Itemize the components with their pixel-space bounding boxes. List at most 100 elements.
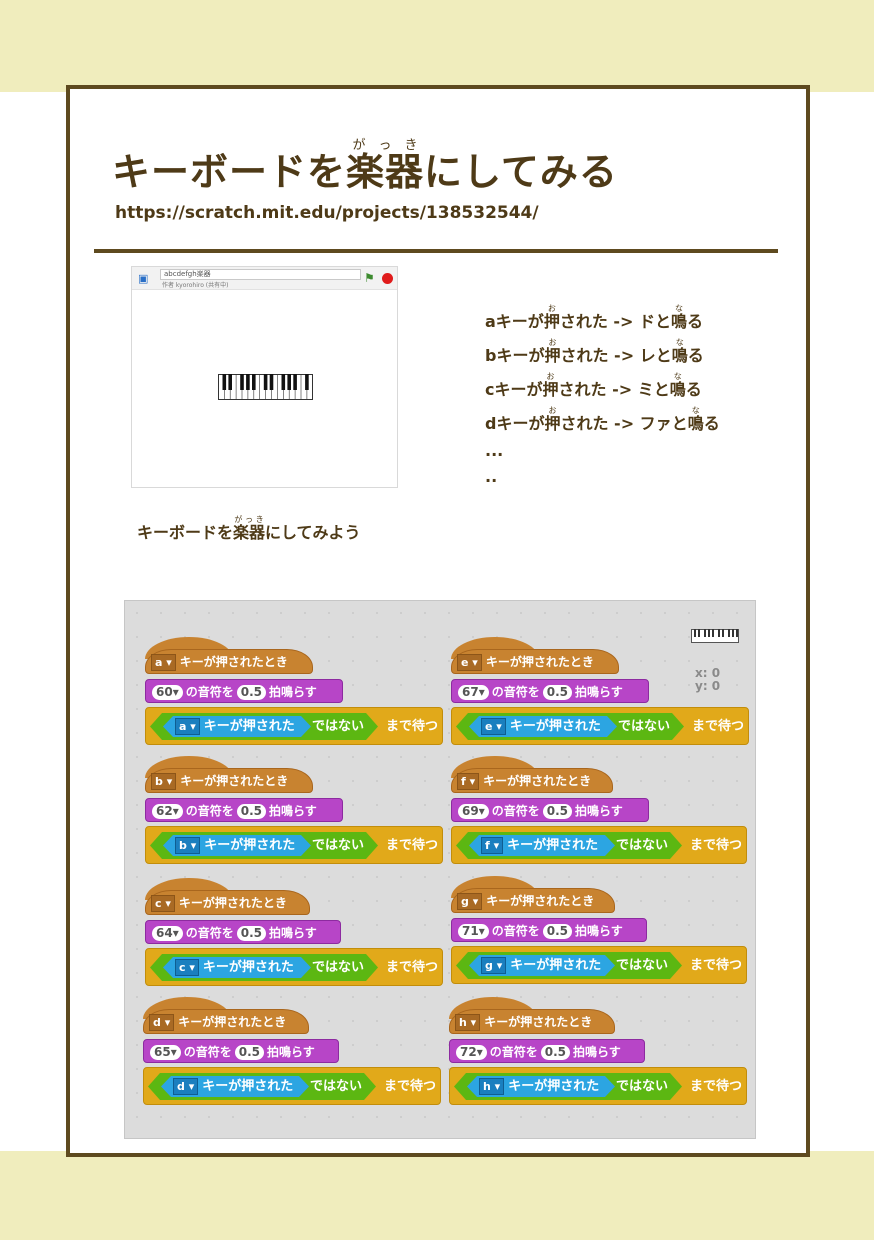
beats-input[interactable]: 0.5 [236, 685, 267, 700]
top-band [0, 0, 874, 92]
play-note-block[interactable]: 67▾ の音符を 0.5 拍鳴らす [451, 679, 649, 703]
stage-preview: ▣ abcdefgh楽器 作者 kyorohiro (共有中) ⚑ [131, 266, 398, 488]
key-dropdown[interactable]: d ▾ [173, 1078, 198, 1095]
project-url[interactable]: https://scratch.mit.edu/projects/1385325… [115, 203, 539, 223]
key-dropdown[interactable]: f ▾ [481, 837, 503, 854]
not-operator-block[interactable]: g ▾ キーが押された ではない [456, 952, 682, 979]
wait-until-block[interactable]: h ▾ キーが押された ではない まで待つ [449, 1067, 747, 1105]
note-line-a: aキーが押おされた -> ドと鳴なる [485, 304, 704, 331]
stop-icon[interactable] [382, 273, 393, 284]
note-input[interactable]: 64▾ [152, 926, 183, 941]
when-key-pressed-block[interactable]: f ▾ キーが押されたとき [451, 768, 613, 793]
script-key-a[interactable]: a ▾ キーが押されたとき 60▾ の音符を 0.5 拍鳴らす a ▾ キーが押された で… [145, 637, 445, 759]
when-key-pressed-block[interactable]: g ▾ キーが押されたとき [451, 888, 615, 913]
green-flag-icon[interactable]: ⚑ [364, 271, 375, 285]
beats-input[interactable]: 0.5 [542, 924, 573, 939]
key-pressed-block[interactable]: a ▾ キーが押された [163, 716, 311, 737]
beats-input[interactable]: 0.5 [234, 1045, 265, 1060]
key-dropdown[interactable]: b ▾ [151, 773, 177, 790]
not-operator-block[interactable]: h ▾ キーが押された ではない [454, 1073, 682, 1100]
key-dropdown[interactable]: h ▾ [455, 1014, 481, 1031]
note-line-b: bキーが押おされた -> レと鳴なる [485, 338, 704, 365]
when-key-pressed-block[interactable]: b ▾ キーが押されたとき [145, 768, 313, 793]
key-dropdown[interactable]: a ▾ [175, 718, 200, 735]
when-key-pressed-block[interactable]: c ▾ キーが押されたとき [145, 890, 310, 915]
note-input[interactable]: 69▾ [458, 804, 489, 819]
key-pressed-block[interactable]: h ▾ キーが押された [467, 1076, 615, 1097]
project-author: 作者 kyorohiro (共有中) [162, 282, 229, 289]
note-input[interactable]: 62▾ [152, 804, 183, 819]
script-key-e[interactable]: e ▾ キーが押されたとき 67▾ の音符を 0.5 拍鳴らす e ▾ キーが押された で… [451, 637, 751, 759]
beats-input[interactable]: 0.5 [542, 804, 573, 819]
play-note-block[interactable]: 60▾ の音符を 0.5 拍鳴らす [145, 679, 343, 703]
piano-sprite [218, 374, 313, 400]
beats-input[interactable]: 0.5 [236, 926, 267, 941]
key-pressed-block[interactable]: b ▾ キーが押された [163, 835, 311, 856]
key-dropdown[interactable]: e ▾ [457, 654, 482, 671]
script-key-f[interactable]: f ▾ キーが押されたとき 69▾ の音符を 0.5 拍鳴らす f ▾ キーが押された で… [451, 756, 751, 878]
ellipsis-1: ... [485, 441, 504, 460]
wait-until-block[interactable]: b ▾ キーが押された ではない まで待つ [145, 826, 443, 864]
note-input[interactable]: 67▾ [458, 685, 489, 700]
play-note-block[interactable]: 72▾ の音符を 0.5 拍鳴らす [449, 1039, 645, 1063]
not-operator-block[interactable]: a ▾ キーが押された ではない [150, 713, 378, 740]
note-input[interactable]: 71▾ [458, 924, 489, 939]
when-key-pressed-block[interactable]: h ▾ キーが押されたとき [449, 1009, 615, 1034]
note-input[interactable]: 72▾ [456, 1045, 487, 1060]
wait-until-block[interactable]: g ▾ キーが押された ではない まで待つ [451, 946, 747, 984]
script-key-d[interactable]: d ▾ キーが押されたとき 65▾ の音符を 0.5 拍鳴らす d ▾ キーが押された で… [143, 997, 443, 1119]
divider [94, 249, 778, 253]
play-note-block[interactable]: 69▾ の音符を 0.5 拍鳴らす [451, 798, 649, 822]
key-dropdown[interactable]: c ▾ [175, 959, 199, 976]
key-dropdown[interactable]: c ▾ [151, 895, 175, 912]
key-dropdown[interactable]: g ▾ [481, 957, 506, 974]
key-pressed-block[interactable]: g ▾ キーが押された [469, 955, 615, 976]
note-input[interactable]: 65▾ [150, 1045, 181, 1060]
key-dropdown[interactable]: f ▾ [457, 773, 480, 790]
key-pressed-block[interactable]: e ▾ キーが押された [469, 716, 617, 737]
key-dropdown[interactable]: h ▾ [479, 1078, 504, 1095]
beats-input[interactable]: 0.5 [540, 1045, 571, 1060]
wait-until-block[interactable]: c ▾ キーが押された ではない まで待つ [145, 948, 443, 986]
when-key-pressed-block[interactable]: a ▾ キーが押されたとき [145, 649, 313, 674]
play-note-block[interactable]: 71▾ の音符を 0.5 拍鳴らす [451, 918, 647, 942]
not-operator-block[interactable]: b ▾ キーが押された ではない [150, 832, 378, 859]
key-pressed-block[interactable]: f ▾ キーが押された [469, 835, 615, 856]
key-dropdown[interactable]: d ▾ [149, 1014, 175, 1031]
note-input[interactable]: 60▾ [152, 685, 183, 700]
key-dropdown[interactable]: e ▾ [481, 718, 506, 735]
stage-caption: キーボードを楽器がっきにしてみよう [137, 515, 361, 542]
beats-input[interactable]: 0.5 [236, 804, 267, 819]
script-key-g[interactable]: g ▾ キーが押されたとき 71▾ の音符を 0.5 拍鳴らす g ▾ キーが押された で… [451, 876, 751, 998]
key-dropdown[interactable]: g ▾ [457, 893, 483, 910]
when-key-pressed-block[interactable]: d ▾ キーが押されたとき [143, 1009, 309, 1034]
script-key-c[interactable]: c ▾ キーが押されたとき 64▾ の音符を 0.5 拍鳴らす c ▾ キーが押された で… [145, 878, 445, 1000]
script-key-b[interactable]: b ▾ キーが押されたとき 62▾ の音符を 0.5 拍鳴らす b ▾ キーが押された で… [145, 756, 445, 878]
beats-input[interactable]: 0.5 [542, 685, 573, 700]
not-operator-block[interactable]: d ▾ キーが押された ではない [148, 1073, 376, 1100]
wait-until-block[interactable]: f ▾ キーが押された ではない まで待つ [451, 826, 747, 864]
scripts-area[interactable]: x: 0 y: 0 a ▾ キーが押されたとき 60▾ の音符を 0.5 拍鳴らす a ▾… [124, 600, 756, 1139]
wait-until-block[interactable]: d ▾ キーが押された ではない まで待つ [143, 1067, 441, 1105]
project-name-field[interactable]: abcdefgh楽器 [160, 269, 361, 280]
play-note-block[interactable]: 64▾ の音符を 0.5 拍鳴らす [145, 920, 341, 944]
script-key-h[interactable]: h ▾ キーが押されたとき 72▾ の音符を 0.5 拍鳴らす h ▾ キーが押された で… [449, 997, 749, 1119]
key-note-list: aキーが押おされた -> ドと鳴なる bキーが押おされた -> レと鳴なる cキ… [485, 302, 720, 490]
key-dropdown[interactable]: b ▾ [175, 837, 200, 854]
not-operator-block[interactable]: c ▾ キーが押された ではない [150, 954, 378, 981]
wait-until-block[interactable]: e ▾ キーが押された ではない まで待つ [451, 707, 749, 745]
page-title: キーボードを楽器がっきにしてみる [112, 138, 618, 194]
play-note-block[interactable]: 65▾ の音符を 0.5 拍鳴らす [143, 1039, 339, 1063]
fullscreen-icon[interactable]: ▣ [138, 272, 148, 285]
not-operator-block[interactable]: e ▾ キーが押された ではない [456, 713, 684, 740]
note-line-d: dキーが押おされた -> ファと鳴なる [485, 406, 720, 433]
wait-until-block[interactable]: a ▾ キーが押された ではない まで待つ [145, 707, 443, 745]
not-operator-block[interactable]: f ▾ キーが押された ではない [456, 832, 682, 859]
key-pressed-block[interactable]: c ▾ キーが押された [163, 957, 311, 978]
when-key-pressed-block[interactable]: e ▾ キーが押されたとき [451, 649, 619, 674]
key-dropdown[interactable]: a ▾ [151, 654, 176, 671]
note-line-c: cキーが押おされた -> ミと鳴なる [485, 372, 702, 399]
ellipsis-2: .. [485, 467, 498, 486]
key-pressed-block[interactable]: d ▾ キーが押された [161, 1076, 309, 1097]
play-note-block[interactable]: 62▾ の音符を 0.5 拍鳴らす [145, 798, 343, 822]
